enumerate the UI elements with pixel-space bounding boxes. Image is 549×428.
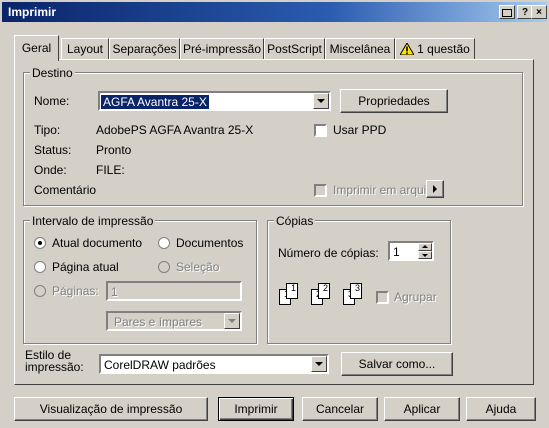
collate-page-2b: 2	[318, 283, 330, 299]
tab-pre-impressao[interactable]: Pré-impressão	[180, 38, 264, 60]
stepper-up-icon[interactable]	[418, 243, 432, 251]
onde-value: FILE:	[96, 163, 125, 177]
tab-separacoes[interactable]: Separações	[109, 38, 180, 60]
stepper-down-icon[interactable]	[418, 251, 432, 259]
paginas-input-value: 1	[111, 285, 118, 299]
agrupar-checkbox[interactable]	[376, 291, 389, 304]
context-help-icon[interactable]	[499, 5, 515, 19]
printer-select-value: AGFA Avantra 25-X	[101, 95, 209, 109]
cancelar-button[interactable]: Cancelar	[302, 397, 378, 421]
tab-questao[interactable]: 1 questão	[395, 38, 475, 60]
documentos-radio[interactable]	[158, 237, 170, 249]
paginas-label: Páginas:	[52, 284, 99, 298]
imprimir-arquivo-menu-button[interactable]	[426, 180, 444, 198]
usar-ppd-label: Usar PPD	[333, 123, 387, 137]
selecao-radio[interactable]	[158, 261, 170, 273]
chevron-down-icon[interactable]	[224, 313, 240, 329]
numero-copias-label: Número de cópias:	[278, 246, 379, 260]
copias-legend: Cópias	[274, 214, 316, 228]
comentario-label: Comentário	[34, 183, 97, 197]
close-icon: ×	[536, 7, 542, 18]
collate-page-1b: 1	[286, 283, 298, 299]
pagina-atual-radio[interactable]	[34, 261, 46, 273]
usar-ppd-checkbox[interactable]	[314, 124, 327, 137]
title-bar[interactable]: Imprimir ? ×	[2, 2, 547, 22]
destino-group: Destino Nome: AGFA Avantra 25-X Propried…	[23, 66, 523, 206]
printer-select[interactable]: AGFA Avantra 25-X	[98, 91, 331, 111]
triangle-right-icon	[433, 185, 437, 193]
intervalo-group: Intervalo de impressão Atual documento D…	[23, 214, 257, 344]
tipo-value: AdobePS AGFA Avantra 25-X	[96, 123, 254, 137]
tipo-label: Tipo:	[34, 123, 61, 137]
tab-miscelanea[interactable]: Miscelânea	[325, 38, 395, 60]
imprimir-arquivo-checkbox[interactable]	[314, 184, 327, 197]
paginas-input[interactable]: 1	[106, 281, 242, 301]
pagina-atual-label: Página atual	[52, 260, 119, 274]
estilo-select-value: CorelDRAW padrões	[104, 358, 216, 372]
estilo-label: Estilo de impressão:	[25, 348, 84, 374]
imprimir-arquivo-label: Imprimir em arquivo	[333, 183, 440, 197]
status-label: Status:	[34, 143, 72, 157]
estilo-select[interactable]: CorelDRAW padrões	[99, 354, 329, 374]
intervalo-legend: Intervalo de impressão	[30, 214, 156, 228]
numero-copias-value: 1	[393, 245, 400, 259]
tab-panel-geral: Destino Nome: AGFA Avantra 25-X Propried…	[14, 59, 534, 385]
warning-icon	[399, 41, 416, 56]
collate-page-3b: 3	[350, 283, 362, 299]
pares-impares-select[interactable]: Pares e ímpares	[106, 311, 242, 331]
nome-label: Nome:	[34, 94, 70, 108]
salvar-como-button[interactable]: Salvar como...	[341, 352, 453, 376]
destino-legend: Destino	[30, 66, 75, 80]
copias-group: Cópias Número de cópias: 1 1 1 2 2 3 3	[267, 214, 451, 344]
tab-postscript[interactable]: PostScript	[264, 38, 325, 60]
close-button[interactable]: ×	[531, 5, 547, 19]
visualizacao-button[interactable]: Visualização de impressão	[14, 397, 208, 421]
numero-copias-stepper[interactable]: 1	[388, 241, 434, 261]
ajuda-button[interactable]: Ajuda	[466, 397, 536, 421]
print-dialog: Imprimir ? × Geral Layout Separações Pré…	[0, 0, 549, 428]
atual-documento-label: Atual documento	[52, 236, 143, 250]
aplicar-button[interactable]: Aplicar	[384, 397, 460, 421]
propriedades-button[interactable]: Propriedades	[340, 89, 448, 113]
tab-geral[interactable]: Geral	[14, 35, 59, 61]
window-title: Imprimir	[8, 5, 57, 19]
status-value: Pronto	[96, 143, 132, 157]
selecao-label: Seleção	[176, 260, 220, 274]
paginas-radio[interactable]	[34, 285, 46, 297]
imprimir-button[interactable]: Imprimir	[218, 397, 294, 421]
agrupar-label: Agrupar	[394, 290, 437, 304]
chevron-down-icon[interactable]	[311, 356, 327, 372]
tab-layout[interactable]: Layout	[61, 38, 109, 60]
chevron-down-icon[interactable]	[313, 93, 329, 109]
onde-label: Onde:	[34, 163, 67, 177]
pares-impares-value: Pares e ímpares	[114, 315, 203, 329]
atual-documento-radio[interactable]	[34, 237, 46, 249]
documentos-label: Documentos	[176, 236, 244, 250]
